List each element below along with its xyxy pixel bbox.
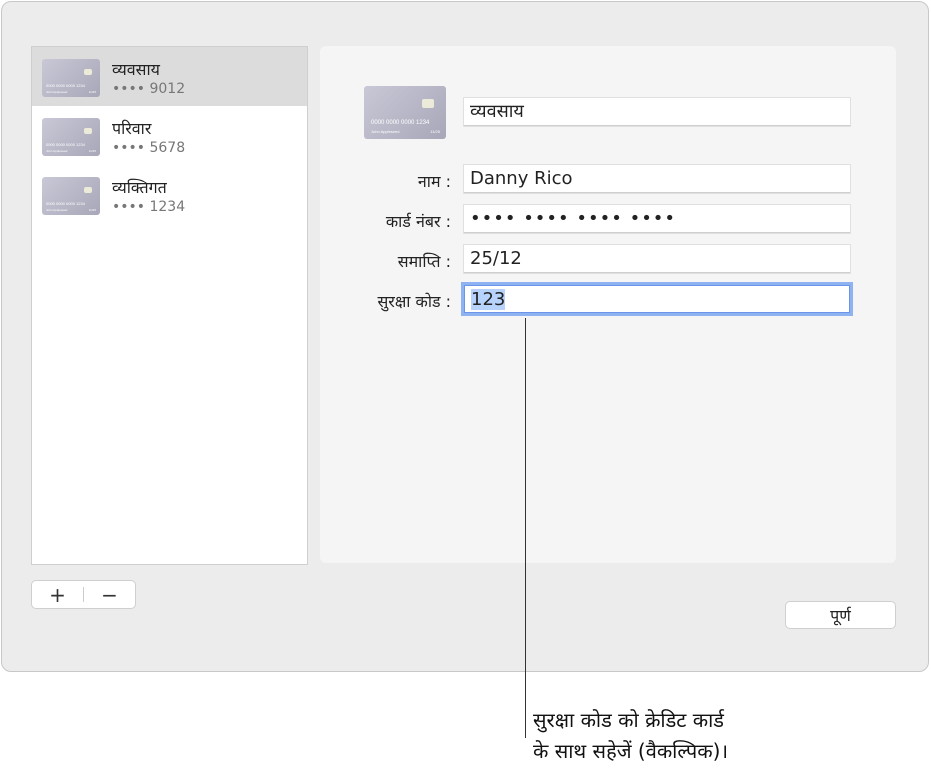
expiry-field[interactable]: 25/12 (464, 245, 850, 273)
name-field[interactable]: Danny Rico (464, 165, 850, 193)
card-art-number: 0000 0000 0000 1234 (371, 120, 430, 126)
remove-card-button[interactable]: − (84, 583, 135, 607)
card-number: •••• 9012 (112, 81, 186, 97)
card-art-number: 0000 0000 0000 1234 (46, 83, 85, 88)
card-art-expiry: 11/25 (88, 90, 96, 94)
card-title: व्यक्तिगत (112, 178, 167, 197)
card-art-name: John Appleseed (371, 129, 400, 134)
card-art-number: 0000 0000 0000 1234 (46, 201, 85, 206)
callout-line-2: के साथ सहेजें (वैकल्पिक)। (533, 739, 729, 763)
expiry-label: समाप्ति : (397, 252, 451, 271)
credit-card-icon: 0000 0000 0000 1234 John Appleseed 11/25 (42, 177, 100, 215)
card-number: •••• 5678 (112, 140, 186, 156)
card-art-name: John Appleseed (46, 208, 68, 212)
name-label: नाम : (417, 172, 451, 191)
add-card-button[interactable]: + (32, 583, 83, 607)
card-art-expiry: 11/25 (430, 129, 440, 134)
card-art-expiry: 11/25 (88, 149, 96, 153)
card-list-item-family[interactable]: 0000 0000 0000 1234 John Appleseed 11/25 प… (32, 106, 307, 165)
callout-text: सुरक्षा कोड को क्रेडिट कार्ड के साथ सहेज… (533, 705, 728, 767)
card-art-number: 0000 0000 0000 1234 (46, 142, 85, 147)
card-list: 0000 0000 0000 1234 John Appleseed 11/25 व… (31, 46, 308, 565)
card-art-name: John Appleseed (46, 90, 68, 94)
callout-line (525, 318, 526, 738)
card-art-expiry: 11/25 (88, 208, 96, 212)
selected-text: 123 (471, 289, 506, 310)
card-number-field[interactable]: •••• •••• •••• •••• (464, 205, 850, 233)
credit-card-icon: 0000 0000 0000 1234 John Appleseed 11/25 (42, 59, 100, 97)
card-list-item-business[interactable]: 0000 0000 0000 1234 John Appleseed 11/25 व… (32, 47, 307, 106)
description-field[interactable]: व्यवसाय (464, 98, 850, 126)
done-button[interactable]: पूर्ण (785, 601, 896, 629)
security-code-label: सुरक्षा कोड : (377, 292, 451, 311)
credit-card-image: 0000 0000 0000 1234 John Appleseed 11/25 (364, 86, 446, 139)
card-title: व्यवसाय (112, 60, 160, 79)
security-code-field[interactable]: 123 (464, 285, 850, 313)
card-art-name: John Appleseed (46, 149, 68, 153)
credit-card-icon: 0000 0000 0000 1234 John Appleseed 11/25 (42, 118, 100, 156)
card-number-label: कार्ड नंबर : (385, 212, 451, 231)
card-title: परिवार (112, 119, 152, 138)
card-detail-panel: 0000 0000 0000 1234 John Appleseed 11/25 व… (320, 46, 896, 563)
callout-line-1: सुरक्षा कोड को क्रेडिट कार्ड (533, 708, 724, 732)
card-list-item-personal[interactable]: 0000 0000 0000 1234 John Appleseed 11/25 व… (32, 165, 307, 224)
add-remove-control: + − (31, 580, 136, 609)
card-number: •••• 1234 (112, 199, 186, 215)
